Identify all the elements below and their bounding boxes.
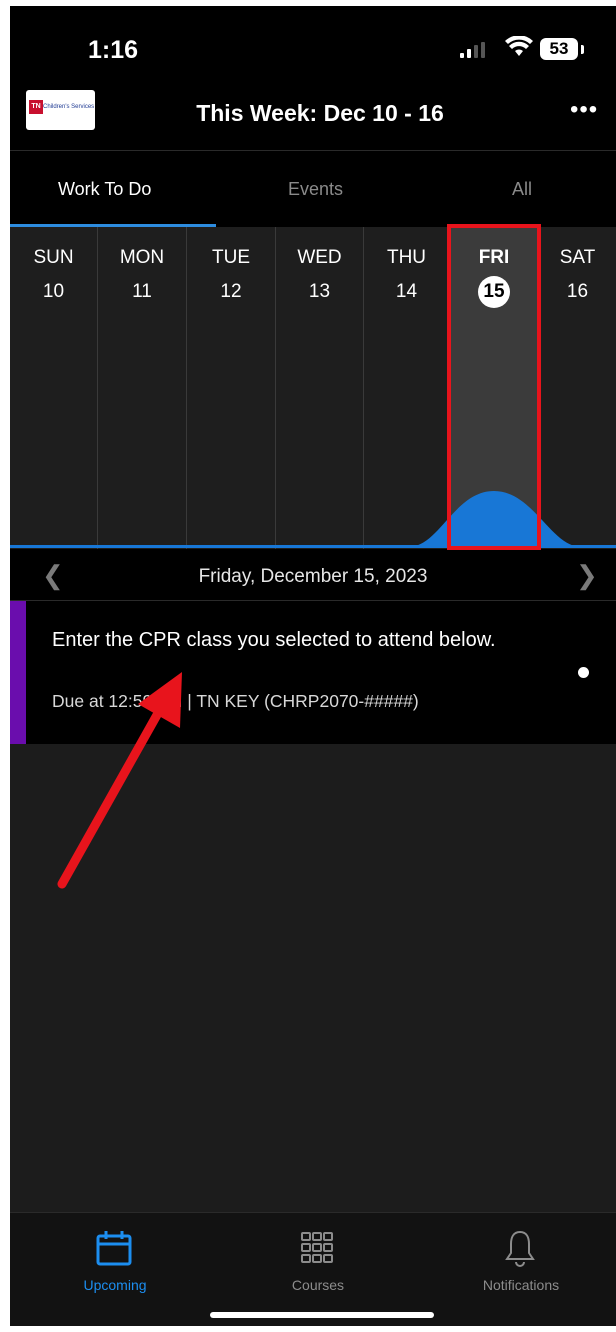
tab-events[interactable]: Events [288, 179, 343, 200]
day-label: SUN [33, 247, 74, 268]
selected-date-label: Friday, December 15, 2023 [198, 566, 428, 587]
day-label: TUE [212, 247, 250, 268]
day-number: 12 [220, 281, 242, 302]
signal-icon [460, 42, 485, 58]
date-navigator: ❮ Friday, December 15, 2023 ❯ [10, 550, 616, 601]
task-title: Enter the CPR class you selected to atte… [52, 629, 496, 651]
home-indicator[interactable] [210, 1312, 434, 1318]
status-time: 1:16 [88, 36, 139, 64]
app-header: TN Children's Services This Week: Dec 10… [10, 86, 616, 151]
bell-icon [505, 1230, 535, 1267]
day-label: WED [297, 247, 342, 268]
grid-icon [301, 1232, 333, 1263]
annotation-highlight-box [447, 224, 541, 550]
status-bar: 1:16 53 [10, 6, 616, 86]
segment-tabs: Work To Do Events All [10, 151, 616, 227]
day-label: MON [119, 247, 165, 268]
battery-cap [581, 45, 584, 54]
wifi-icon [505, 36, 533, 56]
day-label: THU [386, 247, 427, 268]
day-number: 13 [308, 281, 331, 302]
battery-icon: 53 [540, 38, 578, 60]
page-title: This Week: Dec 10 - 16 [196, 100, 444, 126]
tab-label: Courses [291, 1277, 345, 1293]
bottom-tab-bar: Upcoming Courses Notifications [10, 1212, 616, 1326]
day-number: 14 [395, 281, 418, 302]
day-label: SAT [559, 247, 596, 268]
unread-dot-icon [578, 667, 589, 678]
tab-all[interactable]: All [512, 179, 532, 200]
logo-mark: TN [29, 100, 43, 114]
tab-label: Upcoming [83, 1277, 147, 1293]
org-logo[interactable]: TN Children's Services [26, 90, 95, 130]
phone-screen: 1:16 53 TN Children's Services This Week… [10, 6, 616, 1326]
tab-label: Notifications [482, 1277, 560, 1293]
logo-text: Children's Services [43, 104, 95, 110]
chevron-right-icon[interactable]: ❯ [576, 560, 598, 591]
course-color-bar [10, 601, 26, 744]
tab-work-to-do[interactable]: Work To Do [58, 179, 151, 200]
annotation-arrow-icon [57, 672, 182, 889]
calendar-icon [96, 1231, 132, 1266]
more-horizontal-icon[interactable]: ••• [570, 96, 598, 124]
day-number: 11 [132, 281, 152, 302]
day-number: 10 [42, 281, 65, 302]
day-number: 16 [566, 281, 589, 302]
